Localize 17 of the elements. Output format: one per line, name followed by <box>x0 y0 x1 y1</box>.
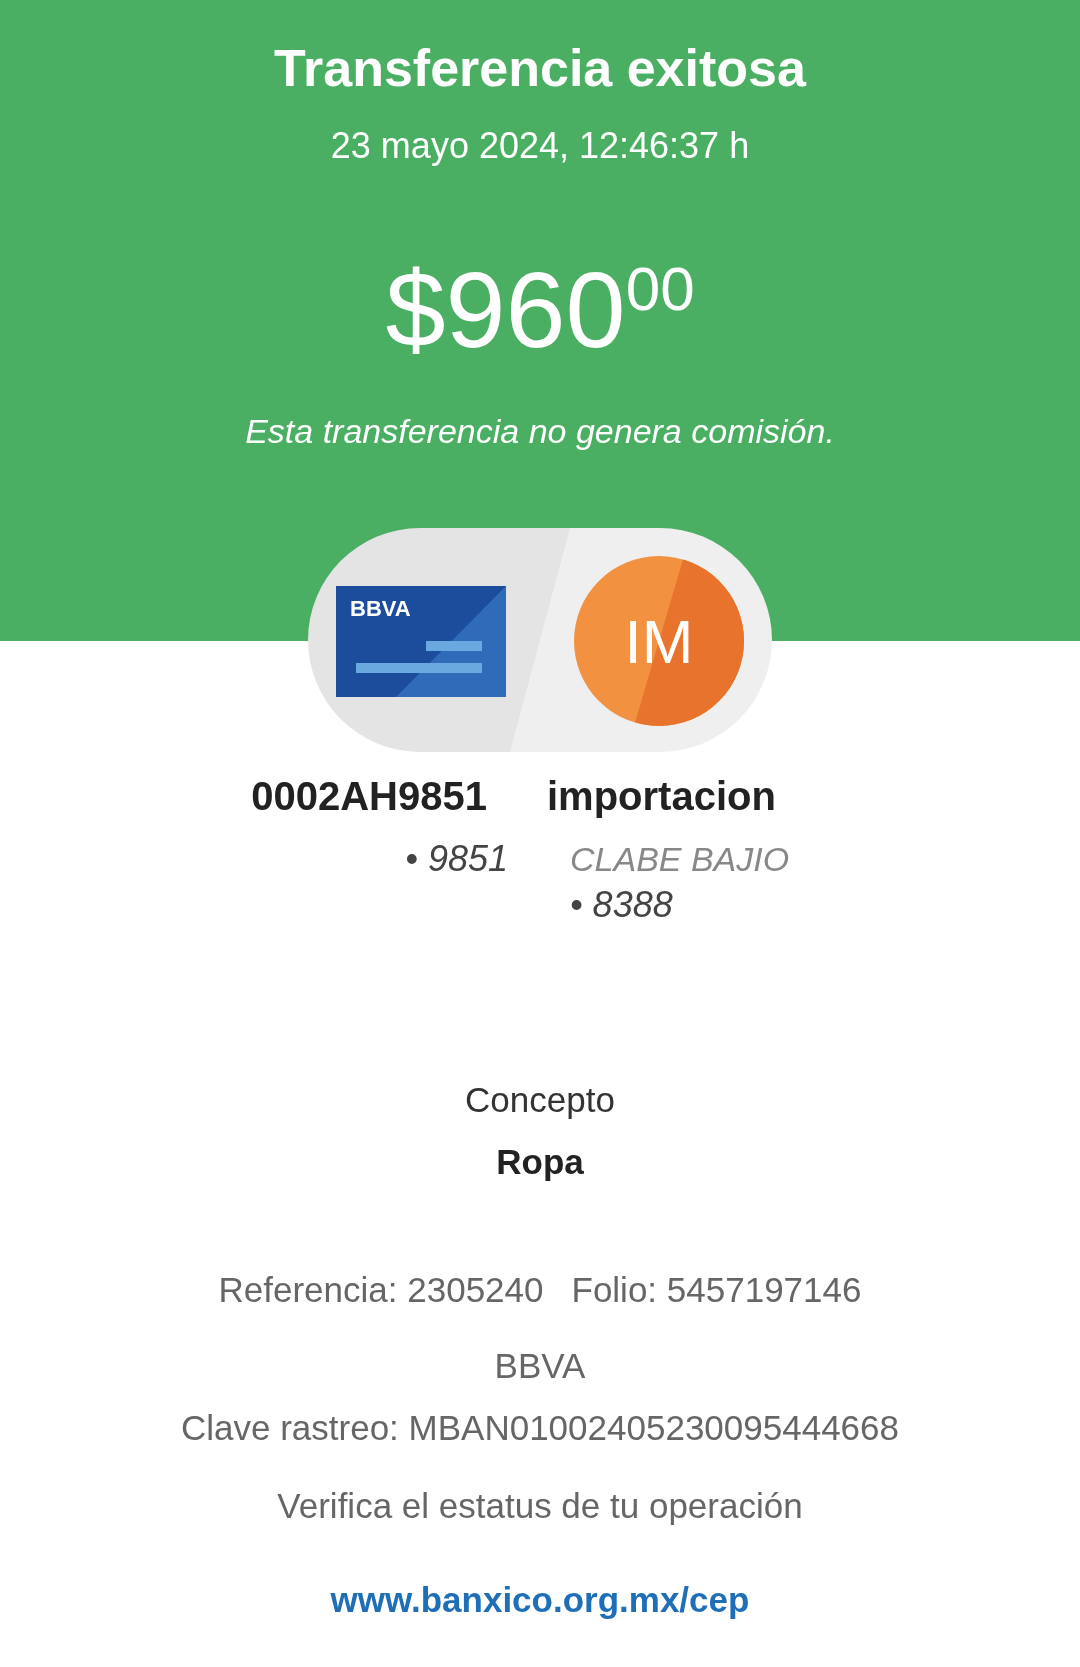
folio-number: Folio: 5457197146 <box>571 1269 862 1311</box>
bank-name: BBVA <box>494 1345 586 1387</box>
destination-account: • 8388 <box>569 883 673 927</box>
tracking-key: Clave rastreo: MBAN01002405230095444668 <box>181 1406 899 1450</box>
title: Transferencia exitosa <box>274 38 806 99</box>
commission-note: Esta transferencia no genera comisión. <box>245 411 835 452</box>
verify-text: Verifica el estatus de tu operación <box>277 1485 803 1527</box>
reference-number: Referencia: 2305240 <box>218 1269 544 1311</box>
origin-name: 0002AH9851 <box>251 773 488 820</box>
destination-name: importacion <box>546 773 776 820</box>
verification-link[interactable]: www.banxico.org.mx/cep <box>330 1578 750 1622</box>
concept-value: Ropa <box>496 1141 584 1183</box>
origin-account: • 9851 <box>405 837 509 881</box>
concept-label: Concepto <box>465 1079 615 1121</box>
bank-card-icon: BBVA <box>336 586 506 697</box>
destination-bank: CLABE BAJIO <box>569 839 790 880</box>
date-time: 23 mayo 2024, 12:46:37 h <box>330 124 750 168</box>
